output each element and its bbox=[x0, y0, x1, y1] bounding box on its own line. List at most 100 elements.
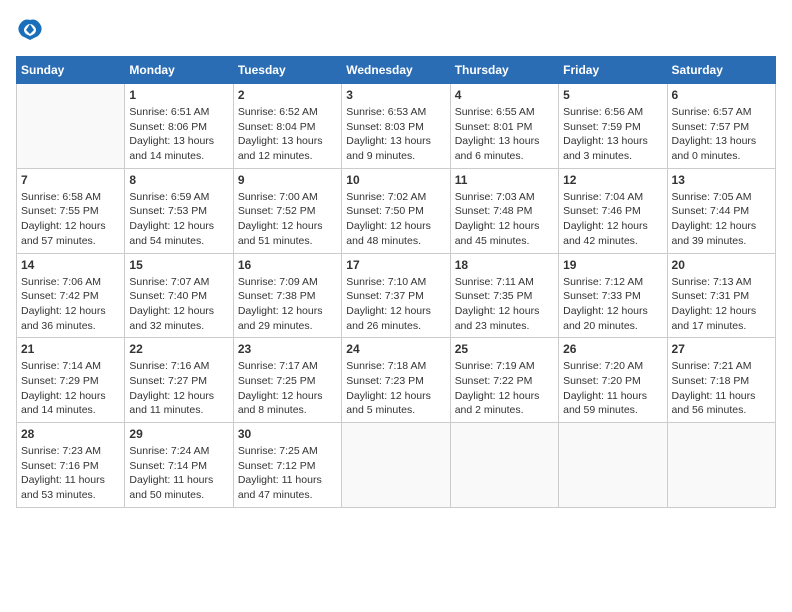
cell-info: Sunrise: 7:24 AM Sunset: 7:14 PM Dayligh… bbox=[129, 444, 228, 503]
cell-info: Sunrise: 7:00 AM Sunset: 7:52 PM Dayligh… bbox=[238, 190, 337, 249]
calendar-cell: 1Sunrise: 6:51 AM Sunset: 8:06 PM Daylig… bbox=[125, 84, 233, 169]
logo-icon bbox=[16, 16, 44, 44]
calendar-cell bbox=[559, 423, 667, 508]
day-number: 22 bbox=[129, 342, 228, 356]
calendar-cell: 13 Sunrise: 7:05 AM Sunset: 7:44 PM Dayli… bbox=[667, 168, 775, 253]
cell-info: Sunrise: 7:19 AM Sunset: 7:22 PM Dayligh… bbox=[455, 359, 554, 418]
cell-info: Sunrise: 7:11 AM Sunset: 7:35 PM Dayligh… bbox=[455, 275, 554, 334]
day-number: 9 bbox=[238, 173, 337, 187]
cell-info: Sunrise: 7:09 AM Sunset: 7:38 PM Dayligh… bbox=[238, 275, 337, 334]
cell-info: Sunrise: 6:58 AM Sunset: 7:55 PM Dayligh… bbox=[21, 190, 120, 249]
calendar-cell: 8 Sunrise: 6:59 AM Sunset: 7:53 PM Daylig… bbox=[125, 168, 233, 253]
logo bbox=[16, 16, 48, 44]
calendar-cell: 27 Sunrise: 7:21 AM Sunset: 7:18 PM Dayli… bbox=[667, 338, 775, 423]
calendar-header-row: SundayMondayTuesdayWednesdayThursdayFrid… bbox=[17, 57, 776, 84]
day-number: 30 bbox=[238, 427, 337, 441]
cell-info: Sunrise: 6:52 AM Sunset: 8:04 PM Dayligh… bbox=[238, 105, 337, 164]
day-number: 6 bbox=[672, 88, 771, 102]
cell-info: Sunrise: 6:57 AM Sunset: 7:57 PM Dayligh… bbox=[672, 105, 771, 164]
day-number: 2 bbox=[238, 88, 337, 102]
calendar-cell: 17 Sunrise: 7:10 AM Sunset: 7:37 PM Dayli… bbox=[342, 253, 450, 338]
day-number: 28 bbox=[21, 427, 120, 441]
calendar-week-row: 1Sunrise: 6:51 AM Sunset: 8:06 PM Daylig… bbox=[17, 84, 776, 169]
day-number: 24 bbox=[346, 342, 445, 356]
cell-info: Sunrise: 7:17 AM Sunset: 7:25 PM Dayligh… bbox=[238, 359, 337, 418]
day-number: 17 bbox=[346, 258, 445, 272]
weekday-header: Wednesday bbox=[342, 57, 450, 84]
cell-info: Sunrise: 7:14 AM Sunset: 7:29 PM Dayligh… bbox=[21, 359, 120, 418]
cell-info: Sunrise: 6:59 AM Sunset: 7:53 PM Dayligh… bbox=[129, 190, 228, 249]
cell-info: Sunrise: 6:53 AM Sunset: 8:03 PM Dayligh… bbox=[346, 105, 445, 164]
weekday-header: Thursday bbox=[450, 57, 558, 84]
day-number: 27 bbox=[672, 342, 771, 356]
calendar-cell: 12 Sunrise: 7:04 AM Sunset: 7:46 PM Dayli… bbox=[559, 168, 667, 253]
day-number: 3 bbox=[346, 88, 445, 102]
day-number: 23 bbox=[238, 342, 337, 356]
cell-info: Sunrise: 7:02 AM Sunset: 7:50 PM Dayligh… bbox=[346, 190, 445, 249]
calendar-cell: 28Sunrise: 7:23 AM Sunset: 7:16 PM Dayli… bbox=[17, 423, 125, 508]
calendar-cell: 5 Sunrise: 6:56 AM Sunset: 7:59 PM Daylig… bbox=[559, 84, 667, 169]
day-number: 13 bbox=[672, 173, 771, 187]
day-number: 20 bbox=[672, 258, 771, 272]
calendar-cell: 15Sunrise: 7:07 AM Sunset: 7:40 PM Dayli… bbox=[125, 253, 233, 338]
day-number: 19 bbox=[563, 258, 662, 272]
calendar-cell: 29Sunrise: 7:24 AM Sunset: 7:14 PM Dayli… bbox=[125, 423, 233, 508]
day-number: 12 bbox=[563, 173, 662, 187]
calendar-cell: 21 Sunrise: 7:14 AM Sunset: 7:29 PM Dayli… bbox=[17, 338, 125, 423]
weekday-header: Sunday bbox=[17, 57, 125, 84]
calendar-cell bbox=[667, 423, 775, 508]
calendar-cell: 23 Sunrise: 7:17 AM Sunset: 7:25 PM Dayli… bbox=[233, 338, 341, 423]
calendar-cell: 22 Sunrise: 7:16 AM Sunset: 7:27 PM Dayli… bbox=[125, 338, 233, 423]
calendar-cell: 11 Sunrise: 7:03 AM Sunset: 7:48 PM Dayli… bbox=[450, 168, 558, 253]
cell-info: Sunrise: 7:03 AM Sunset: 7:48 PM Dayligh… bbox=[455, 190, 554, 249]
day-number: 16 bbox=[238, 258, 337, 272]
day-number: 10 bbox=[346, 173, 445, 187]
calendar-cell: 7 Sunrise: 6:58 AM Sunset: 7:55 PM Daylig… bbox=[17, 168, 125, 253]
cell-info: Sunrise: 7:10 AM Sunset: 7:37 PM Dayligh… bbox=[346, 275, 445, 334]
cell-info: Sunrise: 6:56 AM Sunset: 7:59 PM Dayligh… bbox=[563, 105, 662, 164]
day-number: 1 bbox=[129, 88, 228, 102]
calendar-cell: 2 Sunrise: 6:52 AM Sunset: 8:04 PM Daylig… bbox=[233, 84, 341, 169]
weekday-header: Tuesday bbox=[233, 57, 341, 84]
calendar-cell: 19 Sunrise: 7:12 AM Sunset: 7:33 PM Dayli… bbox=[559, 253, 667, 338]
cell-info: Sunrise: 7:13 AM Sunset: 7:31 PM Dayligh… bbox=[672, 275, 771, 334]
calendar-cell: 9 Sunrise: 7:00 AM Sunset: 7:52 PM Daylig… bbox=[233, 168, 341, 253]
calendar-cell: 26Sunrise: 7:20 AM Sunset: 7:20 PM Dayli… bbox=[559, 338, 667, 423]
day-number: 11 bbox=[455, 173, 554, 187]
day-number: 25 bbox=[455, 342, 554, 356]
day-number: 21 bbox=[21, 342, 120, 356]
day-number: 7 bbox=[21, 173, 120, 187]
cell-info: Sunrise: 7:16 AM Sunset: 7:27 PM Dayligh… bbox=[129, 359, 228, 418]
weekday-header: Friday bbox=[559, 57, 667, 84]
cell-info: Sunrise: 7:04 AM Sunset: 7:46 PM Dayligh… bbox=[563, 190, 662, 249]
calendar-cell bbox=[17, 84, 125, 169]
calendar-cell: 20 Sunrise: 7:13 AM Sunset: 7:31 PM Dayli… bbox=[667, 253, 775, 338]
calendar-cell: 3 Sunrise: 6:53 AM Sunset: 8:03 PM Daylig… bbox=[342, 84, 450, 169]
weekday-header: Monday bbox=[125, 57, 233, 84]
cell-info: Sunrise: 7:25 AM Sunset: 7:12 PM Dayligh… bbox=[238, 444, 337, 503]
cell-info: Sunrise: 7:21 AM Sunset: 7:18 PM Dayligh… bbox=[672, 359, 771, 418]
calendar-table: SundayMondayTuesdayWednesdayThursdayFrid… bbox=[16, 56, 776, 508]
day-number: 8 bbox=[129, 173, 228, 187]
day-number: 14 bbox=[21, 258, 120, 272]
day-number: 18 bbox=[455, 258, 554, 272]
cell-info: Sunrise: 7:20 AM Sunset: 7:20 PM Dayligh… bbox=[563, 359, 662, 418]
calendar-cell bbox=[342, 423, 450, 508]
cell-info: Sunrise: 7:06 AM Sunset: 7:42 PM Dayligh… bbox=[21, 275, 120, 334]
day-number: 15 bbox=[129, 258, 228, 272]
weekday-header: Saturday bbox=[667, 57, 775, 84]
calendar-cell: 30 Sunrise: 7:25 AM Sunset: 7:12 PM Dayli… bbox=[233, 423, 341, 508]
cell-info: Sunrise: 7:18 AM Sunset: 7:23 PM Dayligh… bbox=[346, 359, 445, 418]
calendar-week-row: 21 Sunrise: 7:14 AM Sunset: 7:29 PM Dayli… bbox=[17, 338, 776, 423]
calendar-week-row: 7 Sunrise: 6:58 AM Sunset: 7:55 PM Daylig… bbox=[17, 168, 776, 253]
calendar-week-row: 28Sunrise: 7:23 AM Sunset: 7:16 PM Dayli… bbox=[17, 423, 776, 508]
calendar-cell: 10 Sunrise: 7:02 AM Sunset: 7:50 PM Dayli… bbox=[342, 168, 450, 253]
cell-info: Sunrise: 6:55 AM Sunset: 8:01 PM Dayligh… bbox=[455, 105, 554, 164]
calendar-cell bbox=[450, 423, 558, 508]
calendar-cell: 14 Sunrise: 7:06 AM Sunset: 7:42 PM Dayli… bbox=[17, 253, 125, 338]
calendar-cell: 24 Sunrise: 7:18 AM Sunset: 7:23 PM Dayli… bbox=[342, 338, 450, 423]
day-number: 5 bbox=[563, 88, 662, 102]
cell-info: Sunrise: 7:12 AM Sunset: 7:33 PM Dayligh… bbox=[563, 275, 662, 334]
cell-info: Sunrise: 7:05 AM Sunset: 7:44 PM Dayligh… bbox=[672, 190, 771, 249]
calendar-cell: 4Sunrise: 6:55 AM Sunset: 8:01 PM Daylig… bbox=[450, 84, 558, 169]
